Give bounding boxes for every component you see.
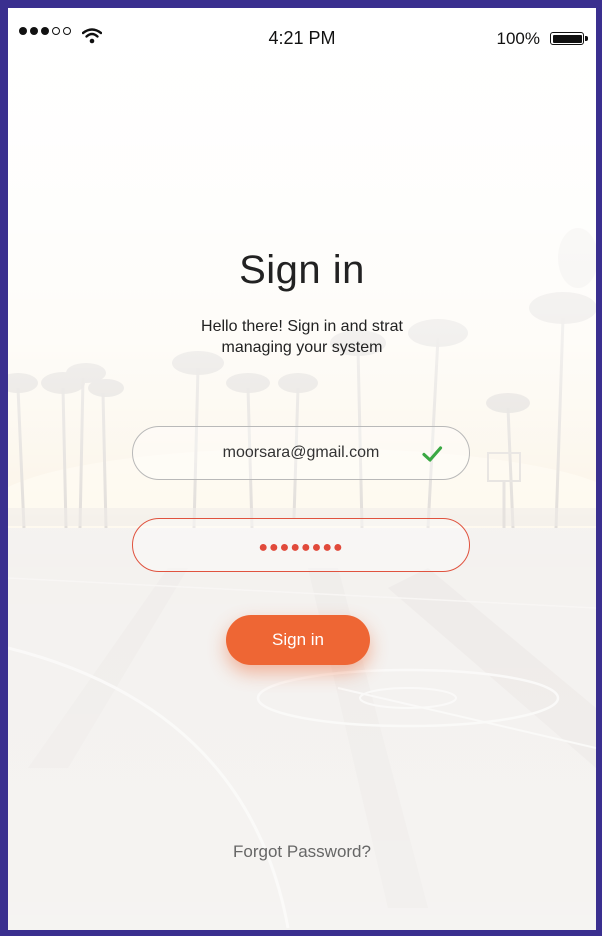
page-title: Sign in [239, 248, 365, 292]
battery-icon [550, 32, 588, 45]
forgot-password-link[interactable]: Forgot Password? [8, 842, 596, 862]
email-field[interactable] [132, 426, 470, 480]
password-masked-value[interactable]: ●●●●●●●● [133, 539, 469, 557]
subtitle-line: managing your system [221, 339, 383, 356]
password-field[interactable]: ●●●●●●●● [132, 518, 470, 572]
subtitle-line: Hello there! Sign in and strat [201, 318, 403, 335]
phone-screen: 4:21 PM 100% Sign in Hello there! Sign i… [8, 8, 596, 930]
checkmark-icon [422, 446, 443, 462]
sign-in-button[interactable]: Sign in [226, 615, 370, 665]
status-bar: 4:21 PM 100% [8, 8, 596, 52]
battery-percent: 100% [496, 29, 540, 48]
page-subtitle: Hello there! Sign in and strat managing … [8, 316, 596, 358]
email-input[interactable] [133, 427, 469, 479]
